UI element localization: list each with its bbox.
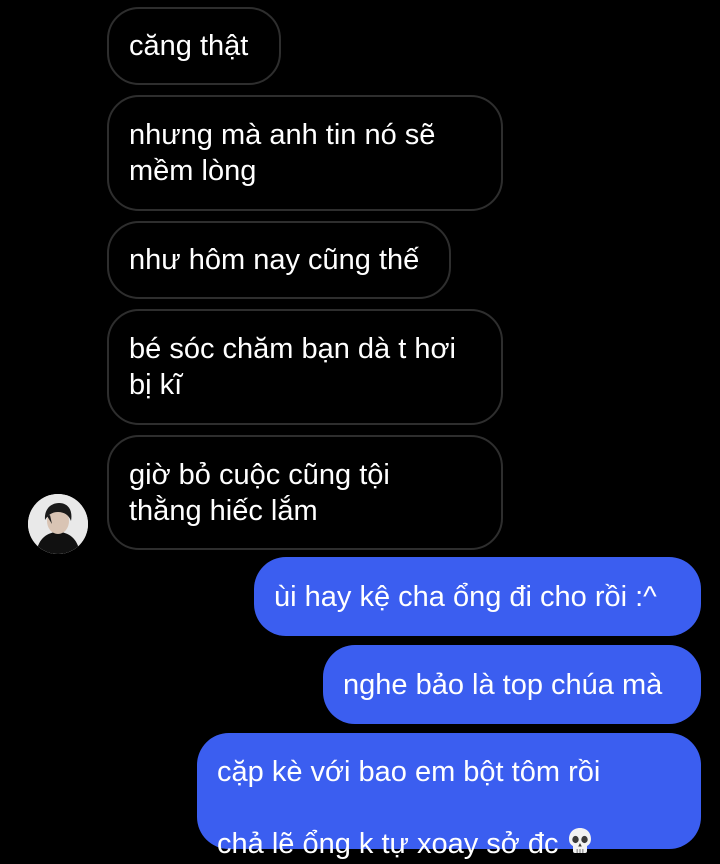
incoming-message[interactable]: nhưng mà anh tin nó sẽ mềm lòng bbox=[107, 95, 503, 211]
incoming-message[interactable]: bé sóc chăm bạn dà t hơi bị kĩ bbox=[107, 309, 503, 425]
outgoing-message[interactable]: ùi hay kệ cha ổng đi cho rồi :^ bbox=[254, 557, 701, 636]
message-text: căng thật bbox=[129, 30, 249, 62]
outgoing-message[interactable]: nghe bảo là top chúa mà bbox=[323, 645, 701, 724]
message-text: giờ bỏ cuộc cũng tội thằng hiếc lắm bbox=[129, 458, 390, 527]
outgoing-message[interactable]: cặp kè với bao em bột tôm rồi chả lẽ ổng… bbox=[197, 733, 701, 860]
message-text: bé sóc chăm bạn dà t hơi bị kĩ bbox=[129, 333, 456, 401]
message-line: cặp kè với bao em bột tôm rồi bbox=[217, 756, 601, 788]
message-text: nhưng mà anh tin nó sẽ mềm lòng bbox=[129, 119, 436, 187]
avatar-person-icon bbox=[28, 494, 88, 554]
incoming-message[interactable]: như hôm nay cũng thế bbox=[107, 221, 451, 299]
message-text: như hôm nay cũng thế bbox=[129, 244, 420, 276]
message-text: nghe bảo là top chúa mà bbox=[343, 668, 663, 701]
message-text: ùi hay kệ cha ổng đi cho rồi :^ bbox=[274, 580, 657, 613]
message-line: chả lẽ ổng k tự xoay sở đc bbox=[217, 828, 559, 860]
skull-icon bbox=[567, 827, 593, 864]
avatar[interactable] bbox=[28, 494, 88, 554]
message-text: cặp kè với bao em bột tôm rồi chả lẽ ổng… bbox=[217, 718, 600, 864]
incoming-message[interactable]: căng thật bbox=[107, 7, 281, 85]
incoming-message[interactable]: giờ bỏ cuộc cũng tội thằng hiếc lắm bbox=[107, 435, 503, 550]
